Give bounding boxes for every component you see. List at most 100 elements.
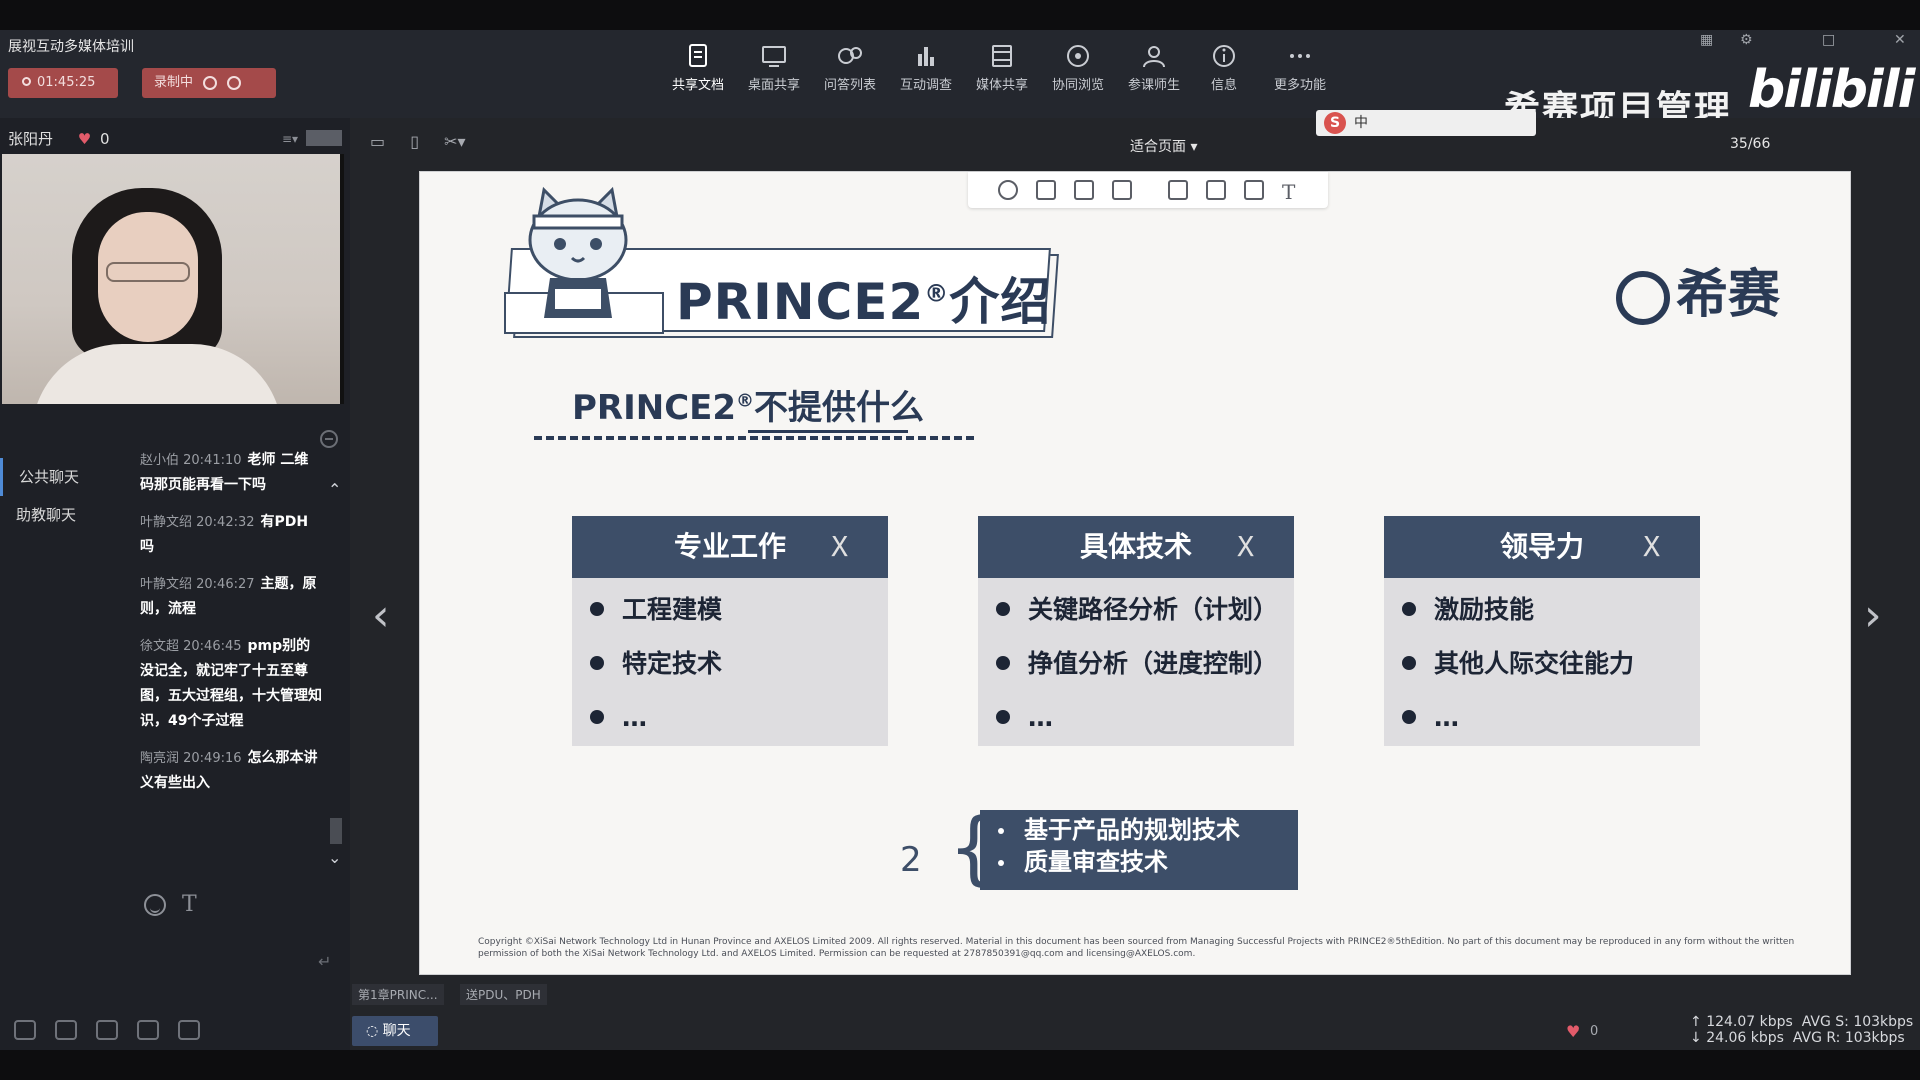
chat-message: 徐文超 20:46:45 pmp别的没记全，就记牢了十五至尊图，五大过程组，十大管… (140, 634, 322, 734)
chapter-tab[interactable]: 送PDU、PDH (460, 984, 547, 1005)
tool-qa-list[interactable]: 问答列表 (814, 44, 886, 93)
scissors-icon[interactable]: ✂▾ (444, 132, 465, 151)
scroll-down-icon[interactable]: ⌄ (328, 848, 341, 867)
speaker-icon[interactable] (14, 1020, 36, 1040)
grid-view-icon[interactable]: ▦ (1700, 32, 1713, 48)
layout-icon[interactable] (137, 1020, 160, 1040)
chat-message-list: 赵小伯 20:41:10 老师 二维码那页能再看一下吗 叶静文绍 20:42:32… (140, 448, 322, 878)
chat-tabs: 公共聊天 助教聊天 (0, 458, 120, 534)
next-slide-icon[interactable]: › (1864, 590, 1882, 641)
emoji-icon[interactable] (144, 894, 166, 916)
heart-icon[interactable]: ♥ (78, 130, 91, 148)
cross-mark: X (1643, 530, 1660, 563)
message-meta: 叶静文绍 20:46:27 (140, 577, 255, 592)
card-header: 具体技术 X (978, 516, 1294, 578)
provided-item-text: 质量审查技术 (1024, 848, 1168, 876)
card-item-text: 工程建模 (622, 595, 723, 624)
chat-button[interactable]: ◌ 聊天 (352, 1016, 438, 1046)
sogou-ime-icon: S (1324, 112, 1346, 134)
heart-icon[interactable]: ♥ (1566, 1022, 1580, 1041)
chapter-tab[interactable]: 第1章PRINC... (352, 984, 444, 1005)
camera-menu-icon[interactable]: ≡▾ (282, 132, 298, 146)
compass-icon (1067, 45, 1089, 67)
chat-message: 陶亮润 20:49:16 怎么那本讲义有些出入 (140, 746, 322, 796)
timer-button[interactable]: 01:45:25 (8, 68, 118, 98)
rectangle-icon[interactable] (1244, 180, 1264, 200)
microphone-icon[interactable] (55, 1020, 78, 1040)
eraser-icon[interactable] (1074, 180, 1094, 200)
card-specific-techniques: 具体技术 X 关键路径分析（计划） 挣值分析（进度控制） … (978, 516, 1294, 746)
card-header: 专业工作 X (572, 516, 888, 578)
scroll-up-icon[interactable]: ⌃ (328, 480, 341, 499)
card-title: 领导力 (1499, 530, 1584, 563)
close-icon[interactable]: ✕ (1894, 32, 1906, 48)
text-format-icon[interactable]: T (182, 892, 197, 917)
logo-e-icon (1616, 271, 1670, 325)
bullet-icon (998, 828, 1004, 834)
presenter-video (2, 154, 344, 404)
tool-survey[interactable]: 互动调查 (890, 44, 962, 93)
tab-assistant-chat[interactable]: 助教聊天 (0, 496, 120, 534)
file-icon[interactable]: ▯ (410, 132, 419, 151)
card-professional-work: 专业工作 X 工程建模 特定技术 … (572, 516, 888, 746)
ime-mode: 中 (1354, 115, 1368, 131)
pen-icon[interactable] (1168, 180, 1188, 200)
bullet-icon (1402, 656, 1416, 670)
annotation-toolbar: T (968, 172, 1328, 208)
tool-cobrowse[interactable]: 协同浏览 (1042, 44, 1114, 93)
info-icon (1213, 45, 1235, 67)
cross-mark: X (1237, 530, 1254, 563)
gear-icon[interactable] (178, 1020, 201, 1040)
app-title: 展视互动多媒体培训 (8, 39, 134, 55)
collapse-icon[interactable] (320, 430, 338, 448)
card-item-text: 特定技术 (622, 649, 723, 678)
previous-slide-icon[interactable]: ‹ (372, 590, 390, 641)
dashed-divider (534, 436, 974, 440)
card-item: … (1402, 704, 1700, 758)
title-main: PRINCE2 (676, 273, 925, 331)
send-icon[interactable]: ↵ (318, 952, 331, 971)
card-item: 其他人际交往能力 (1402, 650, 1700, 704)
card-item-text: 其他人际交往能力 (1434, 649, 1635, 678)
highlighter-icon[interactable] (1206, 180, 1226, 200)
tool-desktop-share[interactable]: 桌面共享 (738, 44, 810, 93)
card-header: 领导力 X (1384, 516, 1700, 578)
ime-toolbar[interactable]: S中 (1316, 110, 1536, 136)
recording-button[interactable]: 录制中 (142, 68, 276, 98)
bullet-icon (998, 860, 1004, 866)
maximize-icon[interactable]: □ (1822, 32, 1835, 48)
camera-badge[interactable] (306, 130, 342, 146)
clock-icon (22, 77, 31, 86)
tool-info[interactable]: 信息 (1188, 44, 1260, 93)
provided-item-text: 基于产品的规划技术 (1024, 816, 1240, 844)
document-share-icon (689, 44, 707, 67)
bar-chart-icon (918, 47, 934, 66)
tool-more[interactable]: 更多功能 (1264, 44, 1336, 93)
tool-media-share[interactable]: 媒体共享 (966, 44, 1038, 93)
page-indicator[interactable]: 35/66 (1730, 136, 1770, 152)
tool-participants[interactable]: 参课师生 (1118, 44, 1190, 93)
pause-icon[interactable] (203, 75, 218, 90)
tab-public-chat[interactable]: 公共聊天 (0, 458, 120, 496)
stop-icon[interactable] (227, 75, 242, 90)
pointer-icon[interactable] (1036, 180, 1056, 200)
upload-rate: 124.07 kbps (1706, 1014, 1793, 1030)
network-stats: ↑ 124.07 kbps AVG S: 103kbps ↓ 24.06 kbp… (1690, 1014, 1913, 1046)
folder-icon[interactable]: ▭ (370, 132, 385, 151)
fit-page-select[interactable]: 适合页面 ▾ (1130, 136, 1197, 156)
presentation-slide: T PRINCE2®介绍 希赛 PRINCE2®不提供什么 专业工作 X 工程建模… (420, 172, 1850, 974)
download-stat: ↓ 24.06 kbps AVG R: 103kbps (1690, 1030, 1905, 1046)
tool-label: 桌面共享 (747, 78, 800, 93)
clear-icon[interactable] (1112, 180, 1132, 200)
subtitle-suffix: 不提供什么 (754, 388, 925, 428)
chat-scrollbar[interactable] (330, 818, 342, 844)
tool-document-share[interactable]: 共享文档 (662, 44, 734, 93)
text-tool-icon[interactable]: T (1282, 180, 1302, 204)
card-item: 关键路径分析（计划） (996, 596, 1294, 650)
settings-icon[interactable]: ⚙ (1740, 32, 1753, 48)
bullet-icon (1402, 710, 1416, 724)
record-icon[interactable] (998, 180, 1018, 200)
subtitle-registered-mark: ® (736, 390, 755, 412)
card-list: 激励技能 其他人际交往能力 … (1384, 578, 1700, 758)
camera-icon[interactable] (96, 1020, 119, 1040)
